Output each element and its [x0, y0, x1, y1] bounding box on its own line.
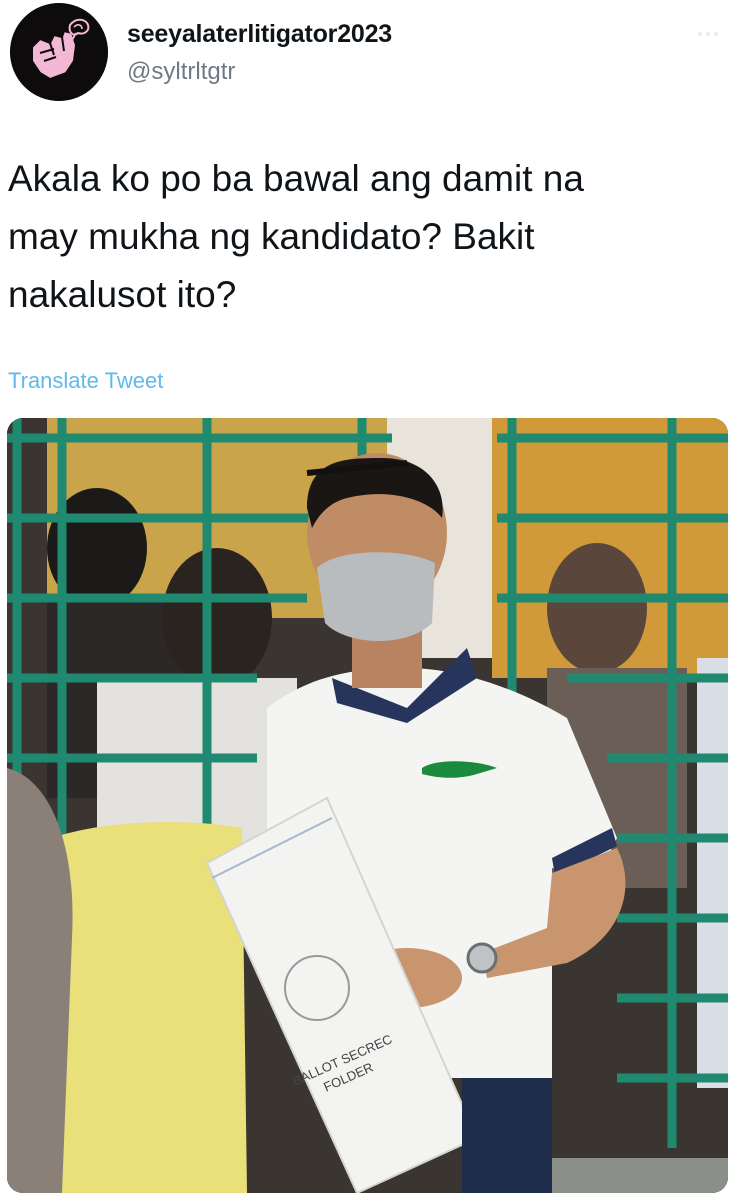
- photo-illustration: BALLOT SECREC FOLDER: [7, 418, 728, 1193]
- author-display-name[interactable]: seeyalaterlitigator2023: [127, 20, 392, 49]
- author-handle[interactable]: @syltrltgtr: [127, 58, 235, 86]
- raised-fist-with-rose-icon: [10, 3, 108, 101]
- tweet-text: Akala ko po ba bawal ang damit na may mu…: [8, 158, 584, 315]
- translate-tweet-link[interactable]: Translate Tweet: [8, 368, 163, 394]
- tweet-photo[interactable]: BALLOT SECREC FOLDER: [7, 418, 728, 1193]
- more-options-button[interactable]: [688, 26, 728, 42]
- profile-avatar[interactable]: [10, 3, 108, 101]
- tweet-card: seeyalaterlitigator2023 @syltrltgtr Akal…: [0, 0, 740, 1200]
- ellipsis-icon: [698, 32, 702, 36]
